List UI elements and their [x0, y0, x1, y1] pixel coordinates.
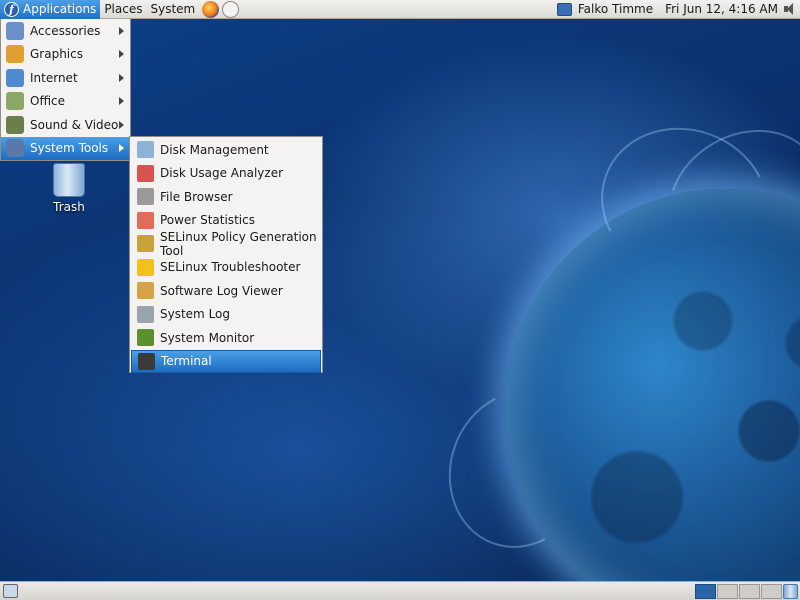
submenu-arrow-icon — [119, 26, 124, 35]
graphics-icon — [6, 45, 24, 64]
workspace-2[interactable] — [717, 584, 738, 599]
bottom-panel — [0, 581, 800, 600]
system-tools-item-label: System Monitor — [160, 330, 255, 345]
internet-icon — [6, 68, 24, 87]
app-menu-item-internet[interactable]: Internet — [1, 66, 130, 90]
applications-menu-button[interactable]: f Applications — [0, 0, 101, 19]
software-log-viewer-icon — [137, 282, 154, 300]
app-menu-item-system-tools[interactable]: System Tools — [1, 136, 130, 160]
submenu-arrow-icon — [119, 73, 124, 82]
app-menu-item-sound-video[interactable]: Sound & Video — [1, 113, 130, 137]
power-statistics-icon — [137, 211, 154, 229]
system-tools-item-label: File Browser — [160, 189, 233, 204]
app-menu-item-label: Graphics — [30, 47, 83, 62]
sound-video-icon — [6, 115, 24, 134]
top-panel: f Applications Places System Falko Timme… — [0, 0, 800, 19]
workspace-3[interactable] — [739, 584, 760, 599]
panel-right-area: Falko Timme Fri Jun 12, 4:16 AM — [556, 0, 800, 19]
workspace-4[interactable] — [761, 584, 782, 599]
system-tools-item-label: Software Log Viewer — [160, 283, 283, 298]
system-log-icon — [137, 305, 154, 323]
app-menu-item-office[interactable]: Office — [1, 90, 130, 114]
system-tools-item-system-log[interactable]: System Log — [131, 303, 321, 327]
system-tools-item-software-log-viewer[interactable]: Software Log Viewer — [131, 279, 321, 303]
system-menu-label: System — [150, 2, 196, 16]
app-menu-item-label: Accessories — [30, 23, 101, 38]
clock[interactable]: Fri Jun 12, 4:16 AM — [665, 2, 778, 16]
show-desktop-icon[interactable] — [3, 584, 18, 598]
trash-label: Trash — [53, 200, 85, 214]
app-menu-item-label: Office — [30, 94, 66, 109]
places-menu-label: Places — [104, 2, 143, 16]
terminal-icon — [138, 352, 155, 370]
selinux-troubleshooter-icon — [137, 258, 154, 276]
app-menu-item-accessories[interactable]: Accessories — [1, 19, 130, 43]
system-tools-item-label: Power Statistics — [160, 213, 255, 228]
system-tools-item-label: Disk Usage Analyzer — [160, 166, 284, 181]
app-menu-item-label: Internet — [30, 70, 78, 85]
user-name[interactable]: Falko Timme — [578, 2, 653, 16]
app-menu-item-graphics[interactable]: Graphics — [1, 43, 130, 67]
volume-icon[interactable] — [783, 2, 797, 16]
system-tools-item-disk-management[interactable]: Disk Management — [131, 138, 321, 162]
file-browser-icon — [137, 188, 154, 206]
system-tools-item-system-monitor[interactable]: System Monitor — [131, 326, 321, 350]
system-tools-item-terminal[interactable]: Terminal — [131, 349, 321, 373]
system-tools-item-label: System Log — [160, 307, 230, 322]
workspace-1[interactable] — [695, 584, 716, 599]
trash-desktop-icon[interactable]: Trash — [44, 163, 94, 214]
system-tools-item-disk-usage-analyzer[interactable]: Disk Usage Analyzer — [131, 162, 321, 186]
system-tools-item-selinux-troubleshooter[interactable]: SELinux Troubleshooter — [131, 256, 321, 280]
applications-menu-label: Applications — [23, 2, 97, 16]
submenu-arrow-icon — [119, 144, 124, 153]
app-menu-item-label: Sound & Video — [30, 117, 119, 132]
submenu-arrow-icon — [119, 50, 124, 59]
system-tools-item-selinux-policy-generation-tool[interactable]: SELinux Policy Generation Tool — [131, 229, 321, 258]
system-tools-submenu: Disk Management Disk Usage Analyzer File B… — [129, 136, 323, 373]
applications-menu: Accessories Graphics Internet Office Sound &… — [0, 19, 131, 161]
disk-management-icon — [137, 141, 154, 159]
trash-icon — [53, 163, 85, 197]
user-switcher-icon[interactable] — [556, 2, 572, 16]
trash-applet-icon[interactable] — [783, 584, 798, 599]
app-menu-item-label: System Tools — [30, 141, 109, 156]
system-tools-item-label: SELinux Troubleshooter — [160, 260, 301, 275]
firefox-icon[interactable] — [202, 0, 220, 18]
system-monitor-icon — [137, 329, 154, 347]
disk-usage-analyzer-icon — [137, 164, 154, 182]
system-tools-item-label: Terminal — [161, 354, 212, 369]
system-tools-item-label: SELinux Policy Generation Tool — [160, 229, 317, 258]
fedora-logo-icon: f — [4, 1, 19, 17]
submenu-arrow-icon — [119, 97, 124, 106]
accessories-icon — [6, 21, 24, 40]
notification-icon[interactable] — [222, 0, 240, 18]
system-menu-button[interactable]: System — [146, 0, 199, 19]
system-tools-item-power-statistics[interactable]: Power Statistics — [131, 209, 321, 233]
places-menu-button[interactable]: Places — [100, 0, 146, 19]
system-tools-item-file-browser[interactable]: File Browser — [131, 185, 321, 209]
system-tools-icon — [6, 139, 24, 158]
submenu-arrow-icon — [119, 120, 124, 129]
selinux-policy-icon — [137, 235, 154, 253]
system-tools-item-label: Disk Management — [160, 142, 269, 157]
office-icon — [6, 92, 24, 111]
